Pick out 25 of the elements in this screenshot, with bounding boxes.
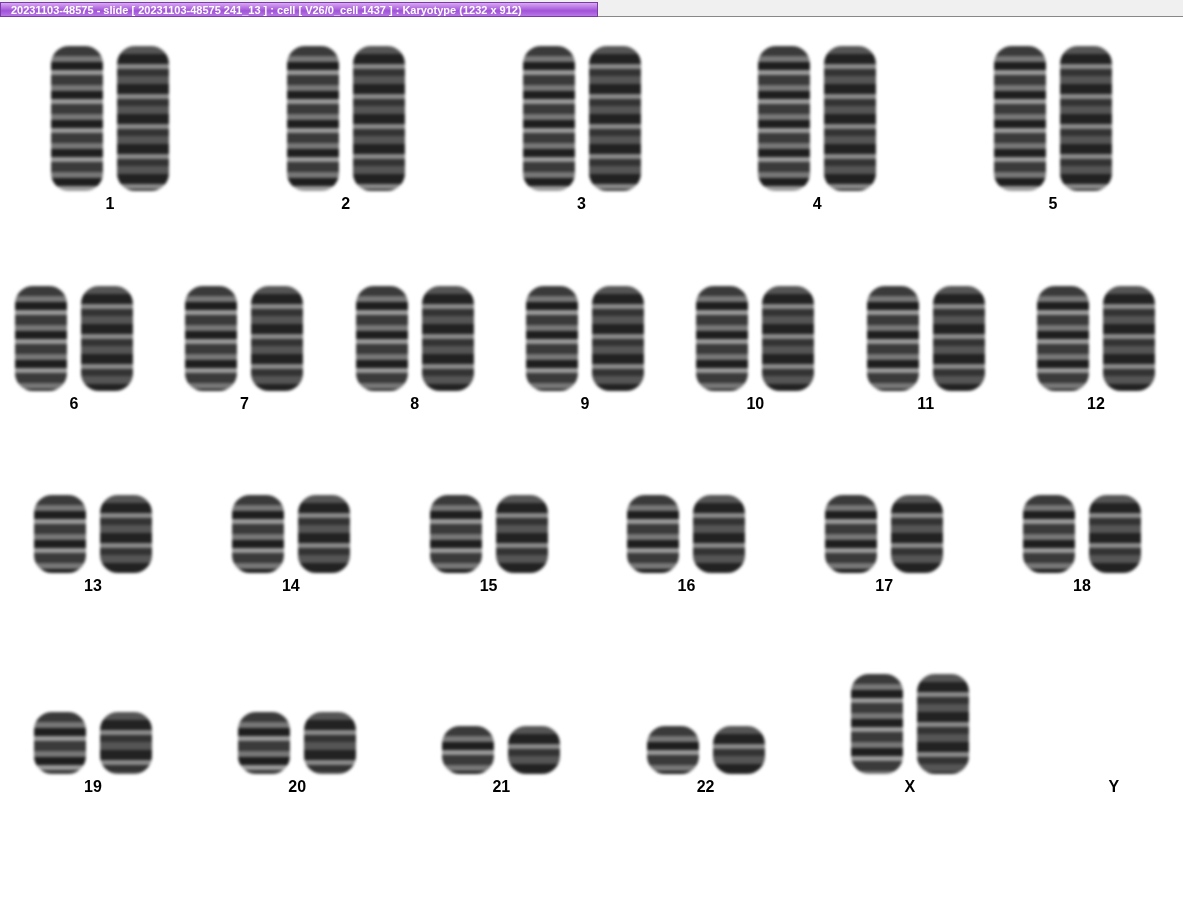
chromosome-label: 9 xyxy=(580,395,590,413)
chromosome-label: 21 xyxy=(492,778,511,796)
chromosome-label: 10 xyxy=(746,395,765,413)
chromosome-label: 3 xyxy=(577,195,586,213)
chromosome-label: 15 xyxy=(479,577,498,595)
chromosome-label: 4 xyxy=(812,195,822,213)
chromosome-label: 16 xyxy=(677,577,696,595)
chromosome-label: 7 xyxy=(239,395,249,413)
chromosome-label: 13 xyxy=(84,577,102,595)
chromosome-label: 17 xyxy=(875,577,894,595)
chromosome-label: 11 xyxy=(917,395,935,413)
chromosome-label: 19 xyxy=(84,778,102,796)
window-title: 20231103-48575 - slide [ 20231103-48575 241_13 ] : cell [ V26/0_cell 1437 ] : Karyotype (1232 x 912) xyxy=(0,2,598,17)
chromosome-label: 14 xyxy=(281,577,300,595)
chromosome-label: 22 xyxy=(696,778,715,796)
chromosome-label: 20 xyxy=(288,778,307,796)
chromosome-label: 1 xyxy=(105,195,115,213)
chromosome-label: 6 xyxy=(69,395,79,413)
chromosome-label: 8 xyxy=(410,395,420,413)
chromosome-label: Y xyxy=(1108,778,1120,796)
chromosome-label: 2 xyxy=(341,195,351,213)
chromosome-label: 12 xyxy=(1087,395,1105,413)
chromosome-label: X xyxy=(904,778,916,796)
chromosome-label: 18 xyxy=(1073,577,1091,595)
chromosome-label: 5 xyxy=(1048,195,1058,213)
